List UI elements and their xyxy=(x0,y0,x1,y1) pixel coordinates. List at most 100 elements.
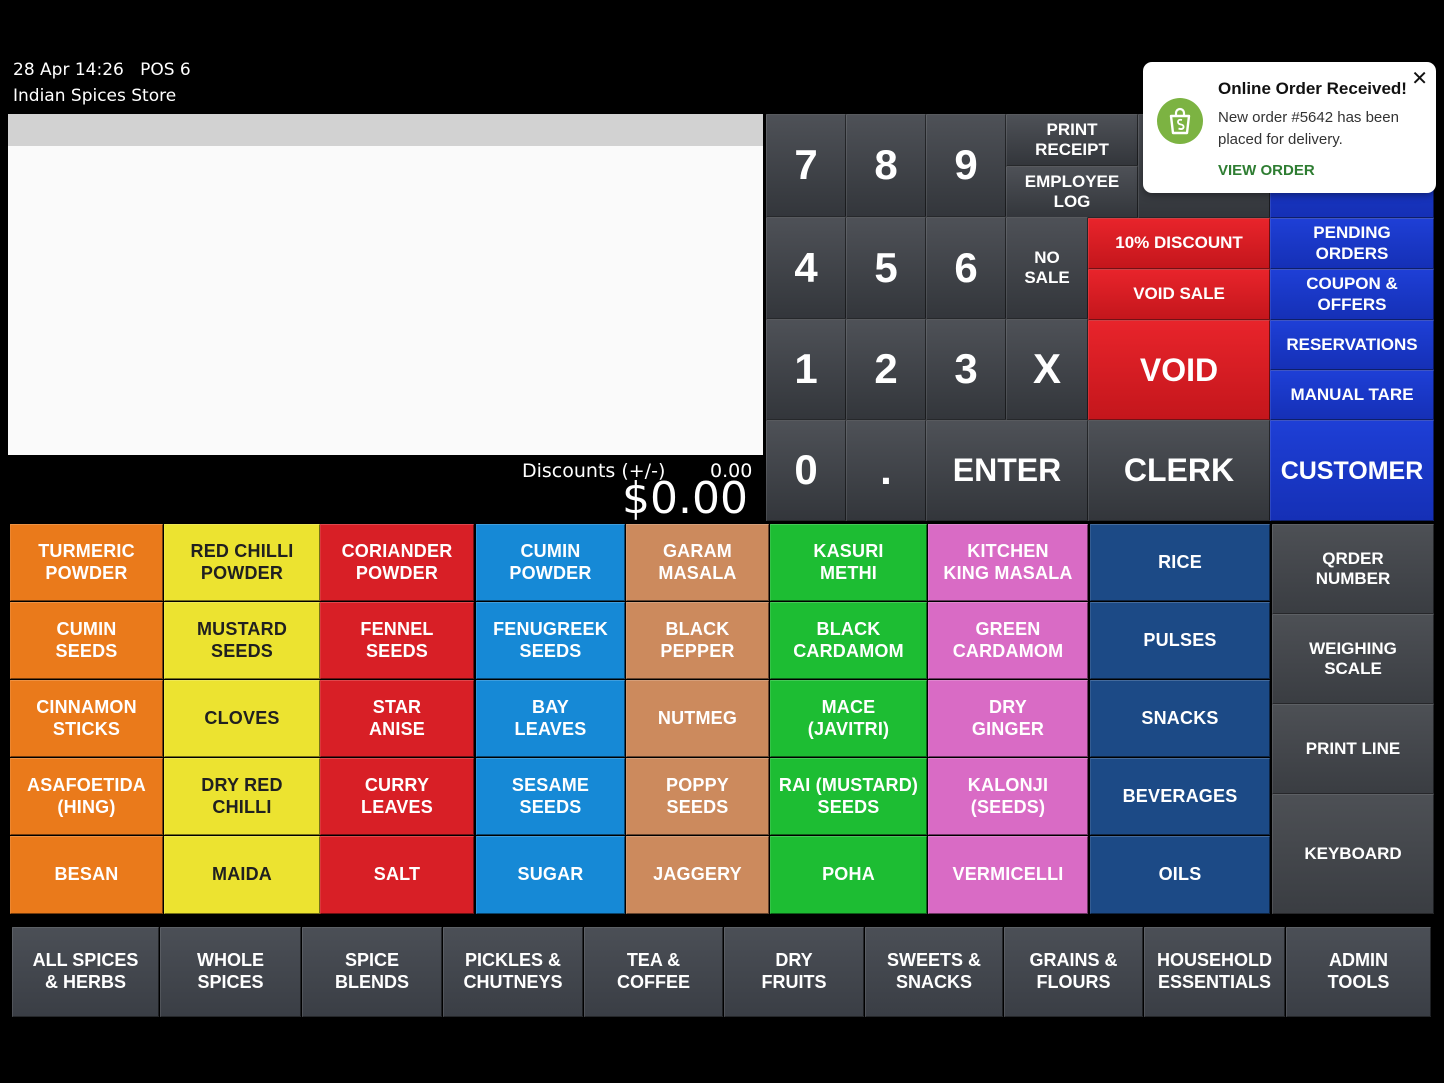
product-label: SNACKS xyxy=(1141,707,1219,728)
category-tab[interactable]: PICKLES & CHUTNEYS xyxy=(443,927,583,1017)
keyboard-button[interactable]: KEYBOARD xyxy=(1272,794,1434,914)
product-button[interactable]: GREEN CARDAMOM xyxy=(928,602,1088,679)
category-tab[interactable]: WHOLE SPICES xyxy=(160,927,301,1017)
product-label: FENUGREEK SEEDS xyxy=(493,618,608,661)
product-label: RICE xyxy=(1158,551,1202,572)
key-9[interactable]: 9 xyxy=(926,114,1006,217)
product-button[interactable]: KALONJI (SEEDS) xyxy=(928,758,1088,835)
product-label: MACE (JAVITRI) xyxy=(807,696,890,739)
category-tab[interactable]: TEA & COFFEE xyxy=(584,927,723,1017)
product-button[interactable]: CURRY LEAVES xyxy=(320,758,474,835)
product-button[interactable]: PULSES xyxy=(1090,602,1270,679)
product-button[interactable]: CUMIN POWDER xyxy=(476,524,625,601)
no-sale-button[interactable]: NO SALE xyxy=(1006,217,1088,319)
category-tab[interactable]: SWEETS & SNACKS xyxy=(865,927,1003,1017)
key-3[interactable]: 3 xyxy=(926,319,1006,420)
key-0[interactable]: 0 xyxy=(766,420,846,521)
key-decimal[interactable]: . xyxy=(846,420,926,521)
product-button[interactable]: KITCHEN KING MASALA xyxy=(928,524,1088,601)
product-button[interactable]: BEVERAGES xyxy=(1090,758,1270,835)
category-tab[interactable]: GRAINS & FLOURS xyxy=(1004,927,1143,1017)
product-button[interactable]: SNACKS xyxy=(1090,680,1270,757)
void-sale-button[interactable]: VOID SALE xyxy=(1088,269,1270,320)
product-button[interactable]: STAR ANISE xyxy=(320,680,474,757)
coupon-offers-button[interactable]: COUPON & OFFERS xyxy=(1270,269,1434,320)
category-tab[interactable]: DRY FRUITS xyxy=(724,927,864,1017)
product-button[interactable]: GARAM MASALA xyxy=(626,524,769,601)
key-multiply[interactable]: X xyxy=(1006,319,1088,420)
product-button[interactable]: TURMERIC POWDER xyxy=(10,524,163,601)
product-label: SALT xyxy=(373,864,421,885)
category-tab[interactable]: ADMIN TOOLS xyxy=(1286,927,1431,1017)
weighing-scale-button[interactable]: WEIGHING SCALE xyxy=(1272,614,1434,704)
product-button[interactable]: BESAN xyxy=(10,836,163,914)
product-button[interactable]: SUGAR xyxy=(476,836,625,914)
key-6[interactable]: 6 xyxy=(926,217,1006,319)
product-button[interactable]: OILS xyxy=(1090,836,1270,914)
view-order-link[interactable]: VIEW ORDER xyxy=(1218,162,1315,179)
product-label: GREEN CARDAMOM xyxy=(952,618,1064,661)
key-0-label: 0 xyxy=(794,446,818,494)
product-label: ASAFOETIDA (HING) xyxy=(27,774,146,817)
product-button[interactable]: RAI (MUSTARD) SEEDS xyxy=(770,758,927,835)
product-button[interactable]: DRY RED CHILLI xyxy=(164,758,320,835)
product-button[interactable]: BAY LEAVES xyxy=(476,680,625,757)
product-button[interactable]: BLACK CARDAMOM xyxy=(770,602,927,679)
reservations-button[interactable]: RESERVATIONS xyxy=(1270,320,1434,370)
pending-orders-button[interactable]: PENDING ORDERS xyxy=(1270,218,1434,269)
order-number-label: QRDER NUMBER xyxy=(1315,548,1391,588)
void-button[interactable]: VOID xyxy=(1088,320,1270,420)
product-button[interactable]: ASAFOETIDA (HING) xyxy=(10,758,163,835)
order-notification-toast: Online Order Received! New order #5642 h… xyxy=(1143,62,1436,193)
product-button[interactable]: BLACK PEPPER xyxy=(626,602,769,679)
key-2[interactable]: 2 xyxy=(846,319,926,420)
receipt-list[interactable] xyxy=(8,146,763,455)
product-button[interactable]: JAGGERY xyxy=(626,836,769,914)
product-button[interactable]: FENUGREEK SEEDS xyxy=(476,602,625,679)
manual-tare-button[interactable]: MANUAL TARE xyxy=(1270,370,1434,420)
product-button[interactable]: POPPY SEEDS xyxy=(626,758,769,835)
product-button[interactable]: RICE xyxy=(1090,524,1270,601)
product-button[interactable]: CINNAMON STICKS xyxy=(10,680,163,757)
product-button[interactable]: MAIDA xyxy=(164,836,320,914)
product-button[interactable]: SESAME SEEDS xyxy=(476,758,625,835)
clerk-button[interactable]: CLERK xyxy=(1088,420,1270,521)
product-button[interactable]: FENNEL SEEDS xyxy=(320,602,474,679)
key-7[interactable]: 7 xyxy=(766,114,846,217)
category-tab[interactable]: SPICE BLENDS xyxy=(302,927,442,1017)
customer-button[interactable]: CUSTOMER xyxy=(1270,420,1434,521)
product-button[interactable]: POHA xyxy=(770,836,927,914)
product-button[interactable]: CORIANDER POWDER xyxy=(320,524,474,601)
category-tab[interactable]: HOUSEHOLD ESSENTIALS xyxy=(1144,927,1285,1017)
product-label: BESAN xyxy=(54,864,119,885)
discount-10-button[interactable]: 10% DISCOUNT xyxy=(1088,218,1270,269)
product-button[interactable]: NUTMEG xyxy=(626,680,769,757)
product-label: JAGGERY xyxy=(653,864,742,885)
product-button[interactable]: MACE (JAVITRI) xyxy=(770,680,927,757)
product-button[interactable]: DRY GINGER xyxy=(928,680,1088,757)
order-number-button[interactable]: QRDER NUMBER xyxy=(1272,524,1434,614)
close-icon[interactable]: ✕ xyxy=(1411,66,1428,91)
print-receipt-button[interactable]: PRINT RECEIPT xyxy=(1006,114,1138,166)
key-4[interactable]: 4 xyxy=(766,217,846,319)
product-button[interactable]: CUMIN SEEDS xyxy=(10,602,163,679)
product-label: KALONJI (SEEDS) xyxy=(967,774,1049,817)
product-button[interactable]: KASURI METHI xyxy=(770,524,927,601)
product-button[interactable]: SALT xyxy=(320,836,474,914)
enter-button[interactable]: ENTER xyxy=(926,420,1088,521)
key-8[interactable]: 8 xyxy=(846,114,926,217)
print-line-button[interactable]: PRINT LINE xyxy=(1272,704,1434,794)
product-button[interactable]: MUSTARD SEEDS xyxy=(164,602,320,679)
key-1[interactable]: 1 xyxy=(766,319,846,420)
product-label: MUSTARD SEEDS xyxy=(196,618,288,661)
product-button[interactable]: RED CHILLI POWDER xyxy=(164,524,320,601)
void-sale-label: VOID SALE xyxy=(1133,284,1225,304)
pos-label: POS 6 xyxy=(140,60,191,80)
employee-log-button[interactable]: EMPLOYEE LOG xyxy=(1006,166,1138,218)
product-label: KITCHEN KING MASALA xyxy=(943,540,1073,583)
key-5[interactable]: 5 xyxy=(846,217,926,319)
category-tab[interactable]: ALL SPICES & HERBS xyxy=(12,927,159,1017)
product-button[interactable]: CLOVES xyxy=(164,680,320,757)
product-button[interactable]: VERMICELLI xyxy=(928,836,1088,914)
key-multiply-label: X xyxy=(1032,345,1061,393)
